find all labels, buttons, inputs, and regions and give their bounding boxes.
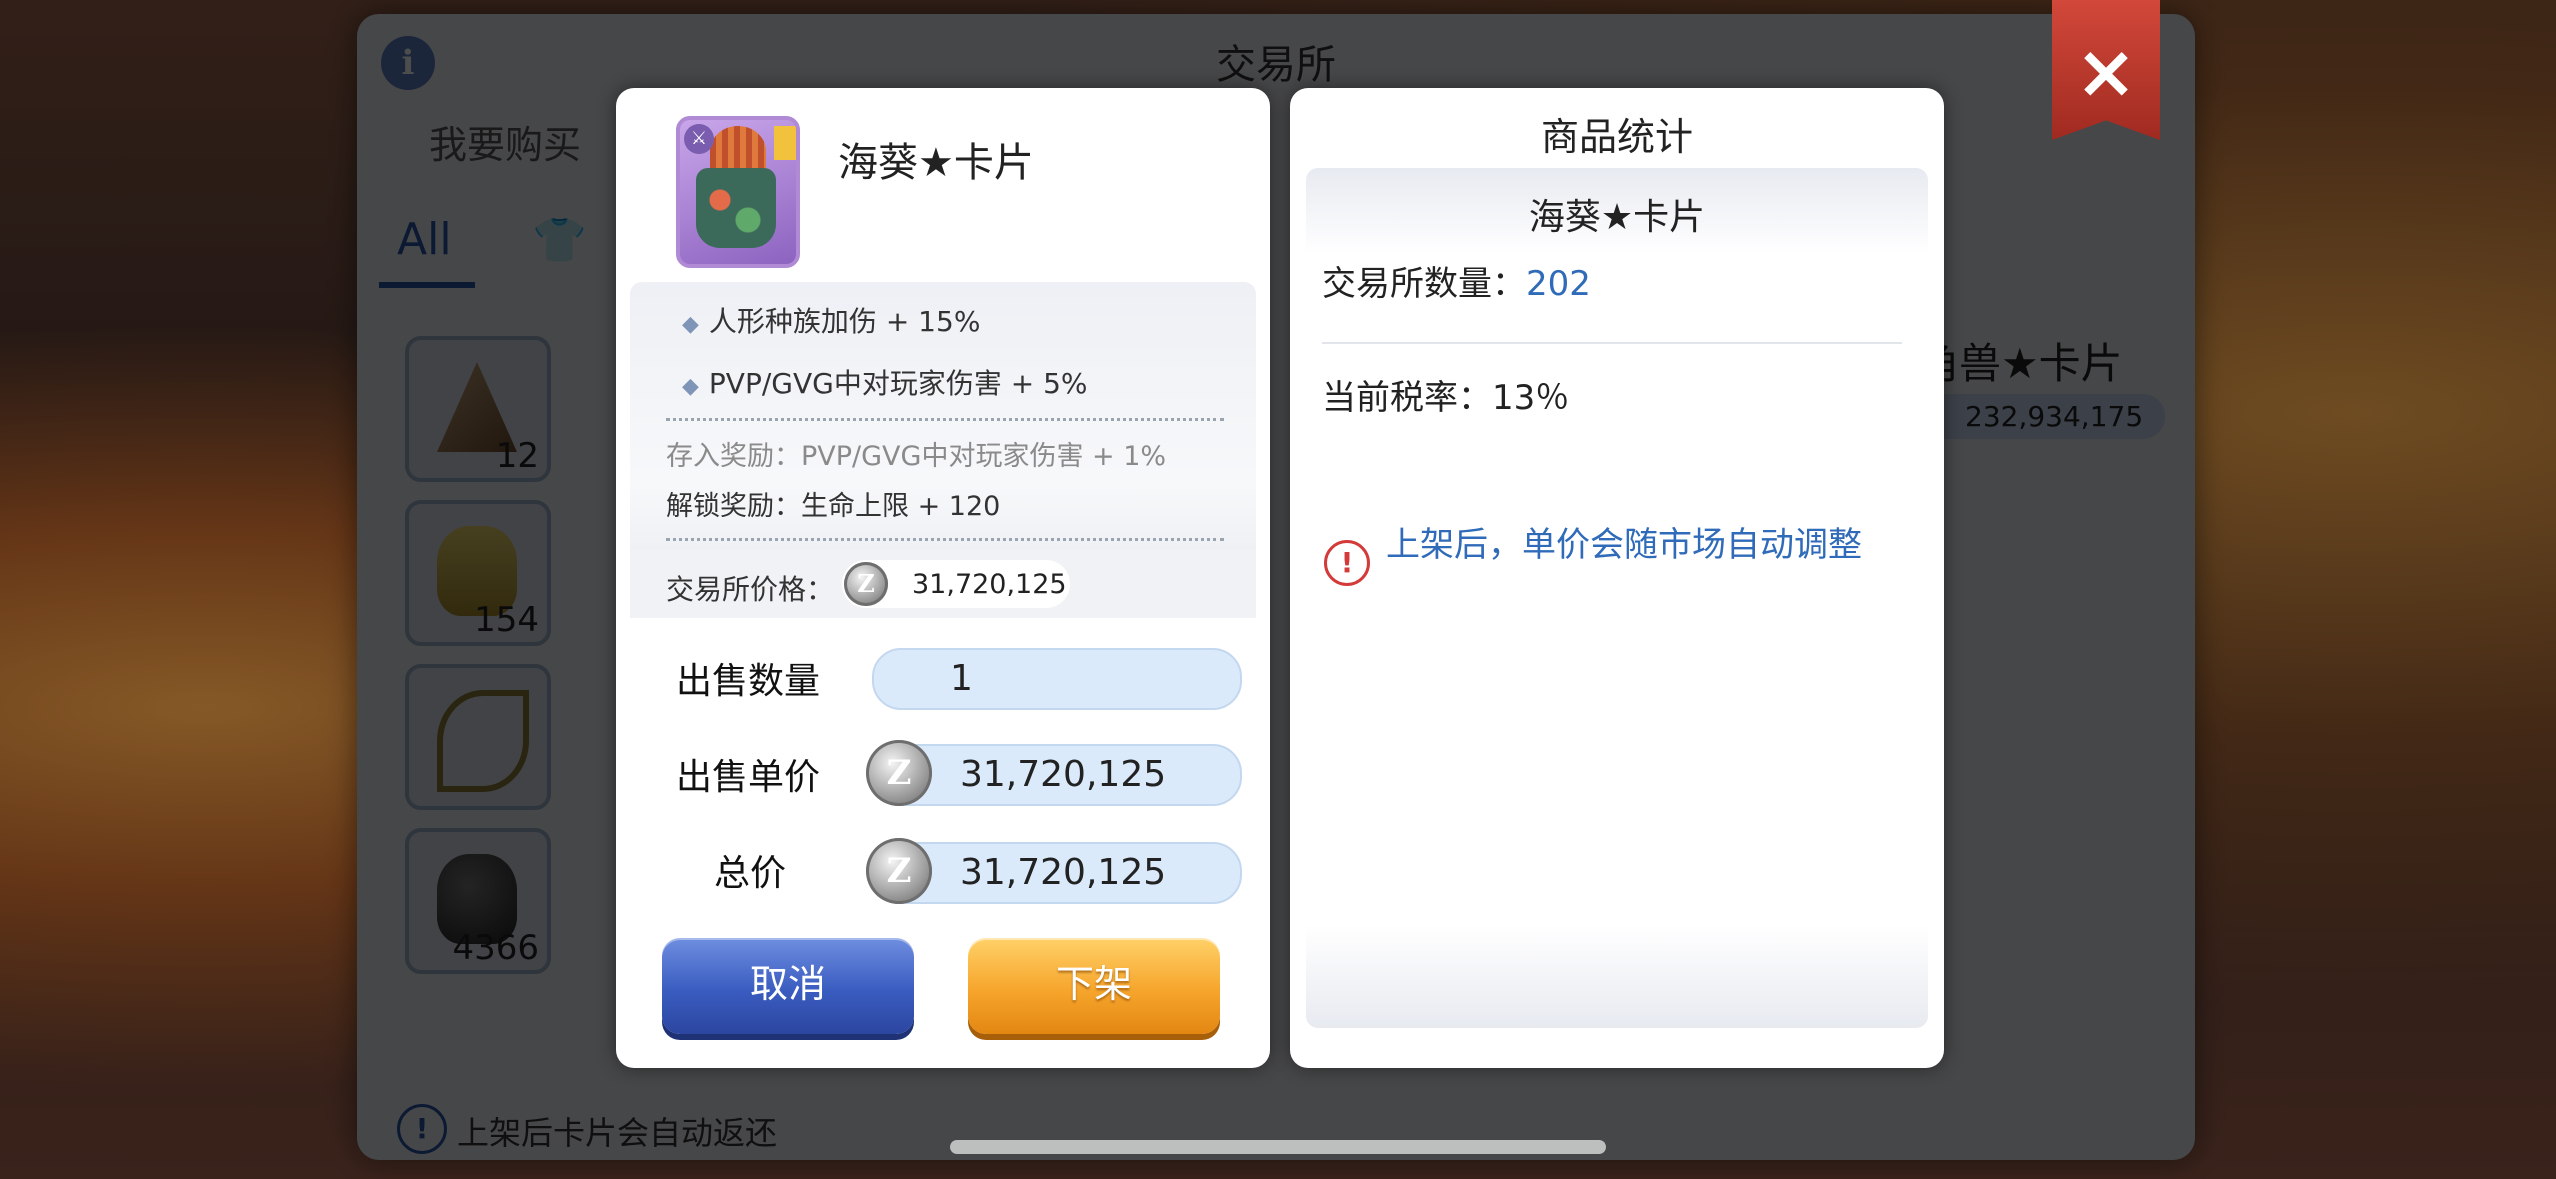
tax-rate-line: 当前税率：13％ xyxy=(1322,370,1569,419)
attribute-line: ◆ PVP/GVG中对玩家伤害 + 5% xyxy=(682,362,1088,402)
quantity-value: 1 xyxy=(950,658,973,699)
delist-button[interactable]: 下架 xyxy=(968,938,1220,1034)
attribute-text: PVP/GVG中对玩家伤害 + 5% xyxy=(708,367,1088,400)
attribute-line: ◆ 人形种族加伤 + 15% xyxy=(682,300,980,340)
stats-content: 海葵★卡片 交易所数量：202 当前税率：13％ ! 上架后，单价会随市场自动调… xyxy=(1306,168,1928,1028)
exchange-price-value: 31,720,125 xyxy=(912,569,1067,600)
stats-title: 商品统计 xyxy=(1540,115,1693,159)
exchange-count-value: 202 xyxy=(1526,264,1591,304)
quantity-field[interactable]: 1 xyxy=(872,648,1242,710)
diamond-icon: ◆ xyxy=(682,374,699,399)
stats-item-name: 海葵★卡片 xyxy=(1528,197,1706,238)
price-adjust-warning: 上架后，单价会随市场自动调整 xyxy=(1386,525,1862,565)
exchange-count-line: 交易所数量：202 xyxy=(1322,256,1591,305)
home-indicator[interactable] xyxy=(950,1140,1606,1154)
unit-price-field[interactable]: 31,720,125 xyxy=(878,744,1242,806)
item-card-icon: ⚔ xyxy=(676,116,800,268)
total-value: 31,720,125 xyxy=(960,852,1167,893)
sword-badge-icon: ⚔ xyxy=(684,124,714,154)
total-field: 31,720,125 xyxy=(878,842,1242,904)
sell-panel: ⚔ 海葵★卡片 ◆ 人形种族加伤 + 15% ◆ PVP/GVG中对玩家伤害 + 5… xyxy=(616,88,1270,1068)
diamond-icon: ◆ xyxy=(682,312,699,337)
attribute-text: 人形种族加伤 + 15% xyxy=(708,305,981,338)
exchange-price-row: 交易所价格： Z 31,720,125 xyxy=(630,550,1256,618)
zeny-coin-icon: Z xyxy=(866,838,932,904)
unit-price-label: 出售单价 xyxy=(676,757,821,798)
zeny-coin-icon: Z xyxy=(844,562,888,606)
close-icon[interactable]: × xyxy=(2052,22,2160,122)
tax-rate-value: 13％ xyxy=(1492,378,1570,418)
tag-badge-icon xyxy=(774,126,796,160)
exchange-price-label: 交易所价格： xyxy=(666,573,835,606)
store-bonus: 存入奖励：PVP/GVG中对玩家伤害 + 1% xyxy=(666,441,1167,472)
modal-overlay xyxy=(0,0,2556,1179)
unit-price-value: 31,720,125 xyxy=(960,754,1167,795)
warning-icon: ! xyxy=(1324,540,1370,586)
zeny-coin-icon: Z xyxy=(866,740,932,806)
quantity-label: 出售数量 xyxy=(676,661,821,702)
exchange-price-pill: Z 31,720,125 xyxy=(842,560,1070,608)
cancel-button[interactable]: 取消 xyxy=(662,938,914,1034)
unlock-bonus: 解锁奖励：生命上限 + 120 xyxy=(666,491,1001,522)
divider xyxy=(666,538,1224,541)
total-label: 总价 xyxy=(714,853,787,894)
divider xyxy=(666,418,1224,421)
pot-icon xyxy=(696,168,776,248)
tax-rate-label: 当前税率： xyxy=(1322,378,1492,418)
item-name: 海葵★卡片 xyxy=(838,140,1034,186)
divider xyxy=(1322,342,1902,344)
attribute-box: ◆ 人形种族加伤 + 15% ◆ PVP/GVG中对玩家伤害 + 5% 存入奖励：P… xyxy=(630,282,1256,618)
stats-panel: 商品统计 海葵★卡片 交易所数量：202 当前税率：13％ ! 上架后，单价会随… xyxy=(1290,88,1944,1068)
exchange-count-label: 交易所数量： xyxy=(1322,264,1526,304)
